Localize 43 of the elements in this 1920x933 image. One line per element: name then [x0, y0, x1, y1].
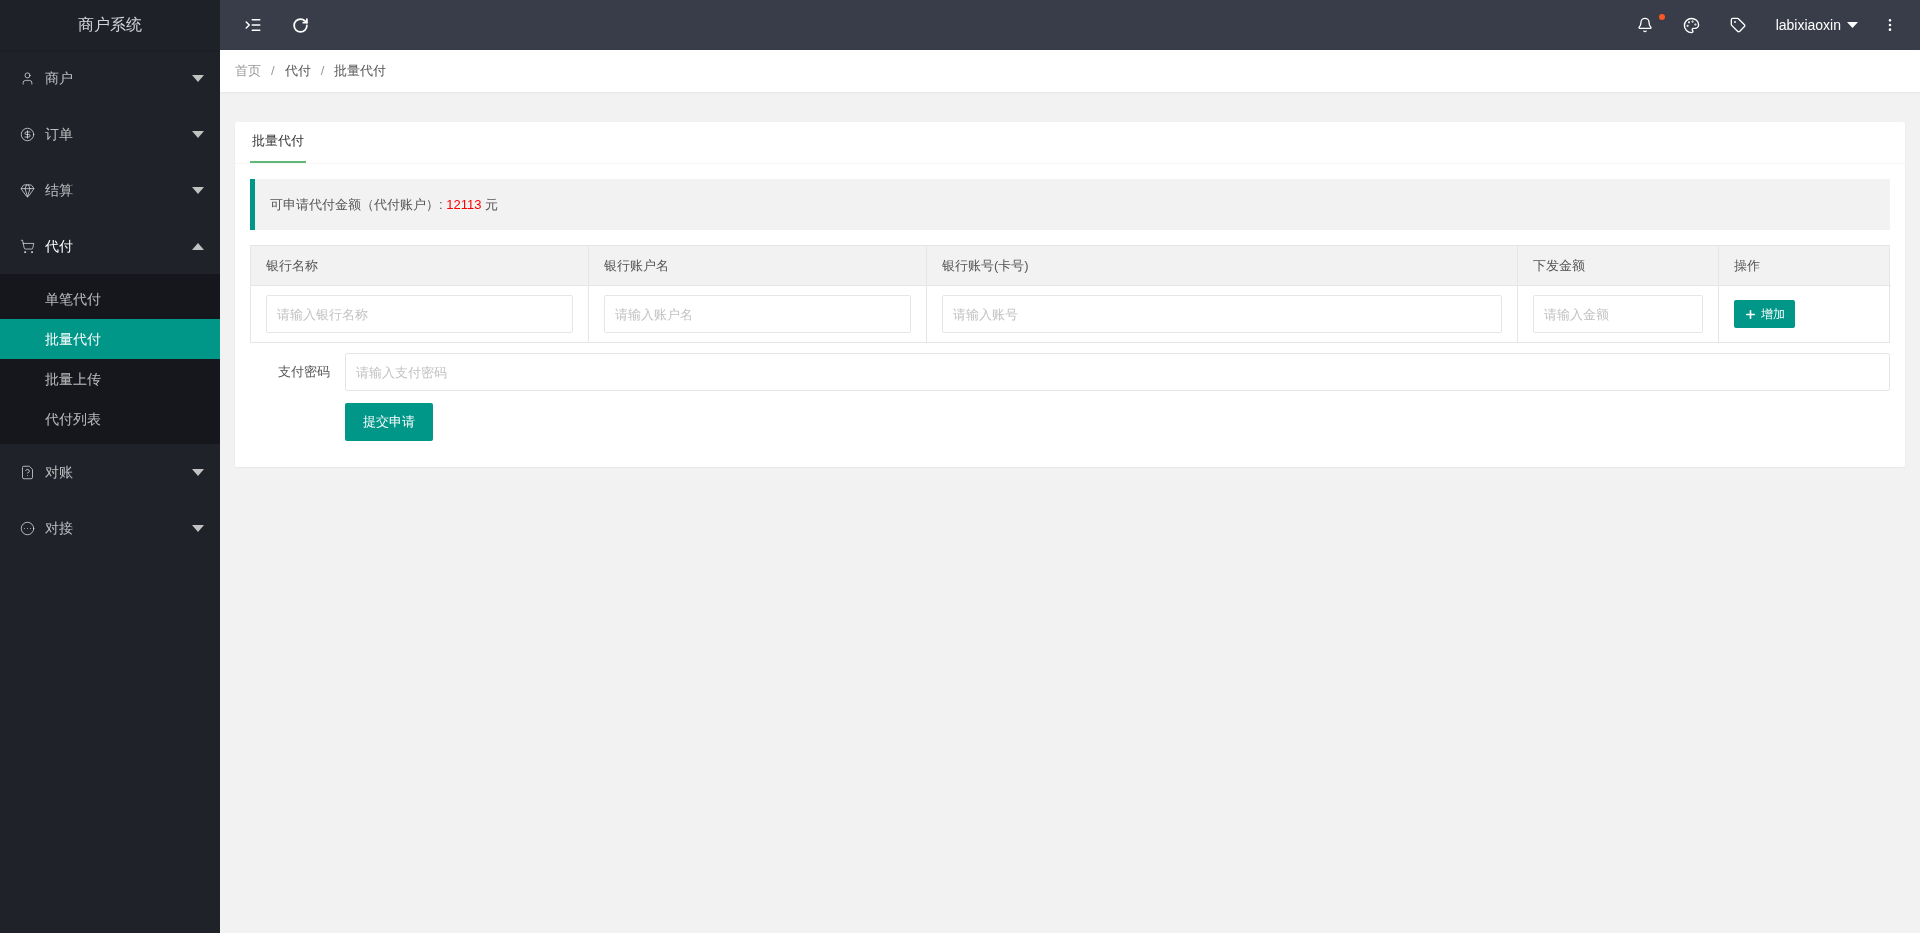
- submenu-item[interactable]: 批量代付: [0, 319, 220, 359]
- column-header: 银行账户名: [589, 246, 927, 286]
- caret-icon: [192, 242, 204, 250]
- refresh-icon[interactable]: [292, 16, 309, 34]
- sidebar-item[interactable]: 代付: [0, 218, 220, 274]
- column-header: 下发金额: [1518, 246, 1719, 286]
- document-icon: [20, 464, 35, 480]
- submit-button[interactable]: 提交申请: [345, 403, 433, 441]
- bell-icon[interactable]: [1636, 17, 1653, 33]
- sidebar-item[interactable]: 对账: [0, 444, 220, 500]
- sidebar-item[interactable]: 订单: [0, 106, 220, 162]
- palette-icon[interactable]: [1682, 16, 1700, 34]
- caret-icon: [192, 524, 204, 532]
- caret-icon: [1847, 22, 1858, 28]
- tab[interactable]: 批量代付: [250, 121, 306, 163]
- field-label: 支付密码: [277, 363, 331, 382]
- sidebar-item[interactable]: 对接: [0, 500, 220, 556]
- submenu-item[interactable]: 单笔代付: [0, 279, 220, 319]
- plus-icon: [1744, 307, 1757, 321]
- diamond-icon: [20, 182, 35, 198]
- tag-icon[interactable]: [1729, 17, 1746, 33]
- notice-text: 可申请代付金额（代付账户）: 12113 元: [270, 195, 499, 214]
- caret-icon: [192, 468, 204, 476]
- caret-icon: [192, 130, 204, 138]
- breadcrumb-link[interactable]: 批量代付: [334, 61, 387, 81]
- submenu-item[interactable]: 批量上传: [0, 359, 220, 399]
- caret-icon: [192, 186, 204, 194]
- add-button[interactable]: 增加: [1734, 300, 1795, 328]
- breadcrumb-separator: /: [271, 62, 275, 81]
- app-title: 商户系统: [0, 0, 220, 50]
- sidebar-item[interactable]: 商户: [0, 50, 220, 106]
- submenu-item[interactable]: 代付列表: [0, 399, 220, 439]
- caret-icon: [192, 74, 204, 82]
- cart-icon: [20, 238, 35, 254]
- breadcrumb-link[interactable]: 代付: [284, 61, 311, 81]
- column-header: 银行名称: [251, 246, 589, 286]
- column-header: 操作: [1719, 246, 1891, 286]
- menu-icon[interactable]: [244, 16, 262, 34]
- breadcrumb-separator: /: [320, 62, 325, 81]
- sidebar-item[interactable]: 结算: [0, 162, 220, 218]
- person-icon: [20, 70, 35, 86]
- user-menu[interactable]: labixiaoxin: [1775, 14, 1858, 36]
- column-header: 银行账号(卡号): [927, 246, 1518, 286]
